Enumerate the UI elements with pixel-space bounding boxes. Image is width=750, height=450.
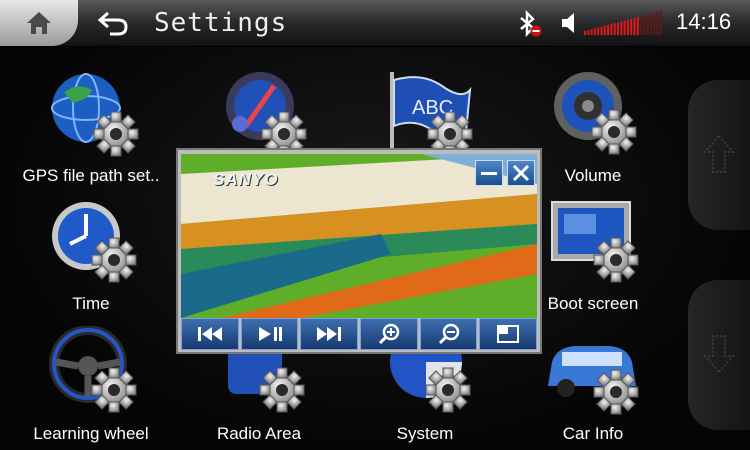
item-label: GPS file path set.. [22, 166, 160, 185]
top-bar: Settings 14:16 [0, 0, 750, 47]
volume-bar [630, 18, 633, 35]
item-label: Car Info [562, 424, 624, 443]
volume-bar [617, 22, 619, 35]
zoom-in-button[interactable] [360, 318, 418, 350]
volume-bar [640, 16, 643, 35]
home-icon [27, 12, 51, 34]
volume-bar [653, 12, 656, 35]
video-frame[interactable]: SANYO [181, 154, 537, 318]
volume-bar [623, 20, 626, 35]
volume-bar [626, 19, 629, 35]
volume-bar [587, 30, 590, 35]
volume-bar [636, 17, 639, 35]
volume-bar [613, 23, 616, 35]
bluetooth-off-icon[interactable] [516, 10, 542, 38]
zoom-in-icon [378, 323, 400, 345]
volume-bar [633, 17, 636, 35]
settings-screen: Settings 14:16 GPS file path set.. ABC V… [0, 0, 750, 450]
playback-controls [181, 318, 538, 350]
steering-wheel-gear-icon [49, 326, 137, 413]
clock-gear-icon [52, 202, 137, 283]
globe-gear-icon [51, 73, 139, 157]
brand-logo: SANYO [213, 170, 279, 189]
zoom-out-icon [438, 323, 459, 345]
back-button[interactable] [96, 9, 132, 37]
volume-bar [603, 25, 606, 35]
close-button[interactable] [507, 160, 535, 186]
volume-bar [593, 28, 596, 35]
scroll-up-arrow-icon [703, 134, 735, 173]
volume-bar [620, 21, 623, 35]
volume-bar [659, 11, 662, 35]
item-label: Time [72, 294, 110, 313]
previous-button[interactable] [181, 318, 239, 350]
volume-bar [646, 14, 649, 36]
scroll-down-arrow-icon [703, 335, 735, 374]
zoom-out-button[interactable] [419, 318, 478, 350]
next-button[interactable] [300, 318, 359, 350]
volume-bar [610, 24, 613, 35]
volume-bar [590, 29, 593, 35]
play-pause-icon [258, 327, 282, 341]
volume-bar [597, 27, 600, 35]
time-setting[interactable]: Time [16, 196, 166, 314]
fullscreen-icon [497, 325, 520, 343]
item-label: Learning wheel [33, 424, 149, 443]
speaker-icon[interactable] [560, 11, 580, 35]
volume-bar [643, 15, 646, 35]
item-label: Radio Area [216, 424, 302, 443]
scroll-down-button[interactable] [688, 280, 750, 430]
volume-level-bars [584, 11, 662, 36]
volume-bar [656, 11, 659, 36]
volume-bar [607, 24, 610, 35]
previous-icon [197, 327, 222, 341]
volume-bar [584, 31, 586, 35]
scroll-strip [688, 58, 750, 450]
minimize-button[interactable] [475, 160, 503, 186]
back-arrow-icon [97, 11, 128, 36]
scroll-up-button[interactable] [688, 80, 750, 230]
home-button[interactable] [0, 0, 78, 46]
page-title: Settings [154, 8, 288, 38]
learning-wheel-setting[interactable]: Learning wheel [16, 326, 166, 444]
video-popup-window[interactable]: SANYO [176, 148, 542, 354]
item-label: System [396, 424, 454, 443]
clock: 14:16 [676, 9, 732, 34]
fullscreen-button[interactable] [479, 318, 538, 350]
play-pause-button[interactable] [240, 318, 299, 350]
gps-file-path-setting[interactable]: GPS file path set.. [16, 68, 166, 186]
minimize-icon [481, 172, 497, 175]
volume-bar [600, 26, 603, 35]
volume-bar [650, 13, 652, 35]
next-icon [317, 327, 342, 341]
close-icon [512, 164, 530, 182]
